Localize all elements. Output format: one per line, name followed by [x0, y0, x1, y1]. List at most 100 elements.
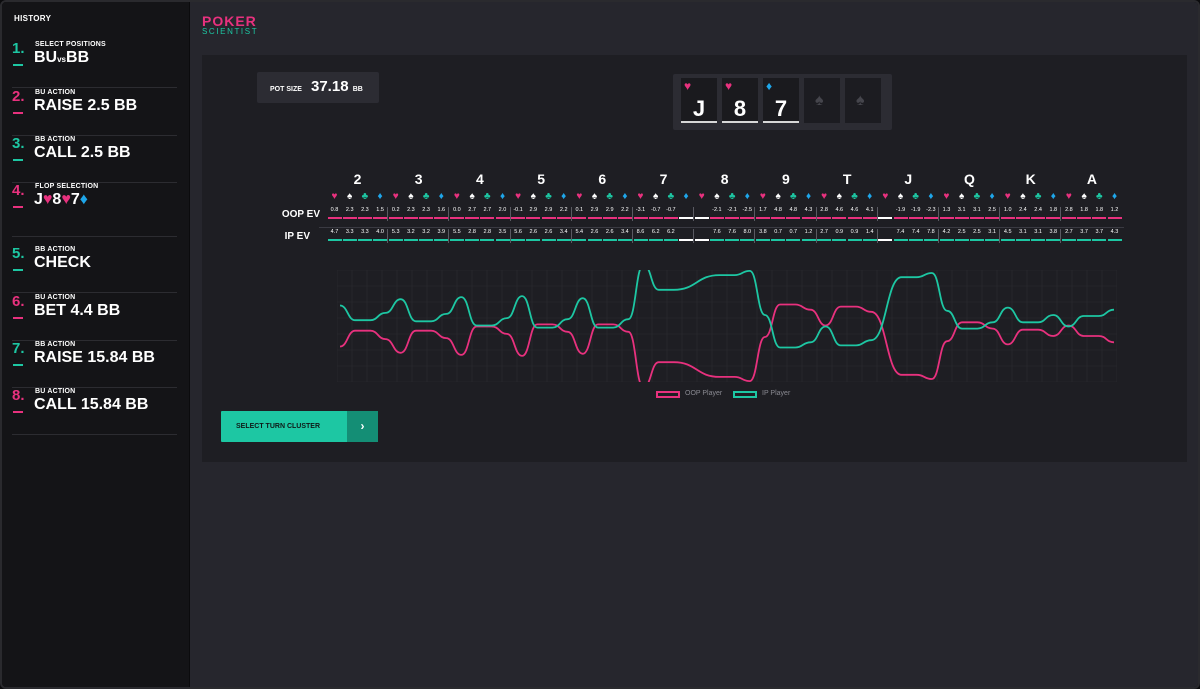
history-step[interactable]: 7. BB ACTION RAISE 15.84 BB	[12, 340, 177, 388]
club-icon[interactable]: ♣	[419, 191, 434, 202]
history-step[interactable]: 6. BU ACTION BET 4.4 BB	[12, 293, 177, 341]
heart-icon[interactable]: ♥	[694, 191, 709, 202]
club-icon[interactable]: ♣	[1031, 191, 1046, 202]
group-separator	[509, 229, 511, 243]
spade-icon[interactable]: ♠	[403, 191, 418, 202]
oop-ev-bar	[572, 217, 587, 219]
step-label: SELECT POSITIONS	[35, 41, 106, 48]
club-icon[interactable]: ♣	[541, 191, 556, 202]
chevron-right-icon[interactable]: ›	[347, 411, 378, 442]
heart-icon[interactable]: ♥	[1061, 191, 1076, 202]
diamond-icon[interactable]: ♦	[862, 191, 877, 202]
heart-icon[interactable]: ♥	[1000, 191, 1015, 202]
diamond-icon[interactable]: ♦	[373, 191, 388, 202]
history-step[interactable]: 2. BU ACTION RAISE 2.5 BB	[12, 88, 177, 136]
diamond-icon[interactable]: ♦	[679, 191, 694, 202]
diamond-icon[interactable]: ♦	[985, 191, 1000, 202]
board-card[interactable]: ♥ 8	[722, 78, 758, 123]
club-icon[interactable]: ♣	[480, 191, 495, 202]
spade-icon[interactable]: ♠	[342, 191, 357, 202]
club-icon[interactable]: ♣	[725, 191, 740, 202]
main-area: POKER SCIENTIST POT SIZE 37.18 BB ♥ J ♥ 8 ♦ 7…	[190, 2, 1198, 687]
history-sidebar: HISTORY 1. SELECT POSITIONS BUvsBB 2. BU ACT…	[2, 2, 189, 687]
club-icon[interactable]: ♣	[786, 191, 801, 202]
ip-ev-value: 5.6	[514, 229, 522, 235]
heart-icon[interactable]: ♥	[572, 191, 587, 202]
spade-icon[interactable]: ♠	[587, 191, 602, 202]
club-icon[interactable]: ♣	[969, 191, 984, 202]
heart-icon[interactable]: ♥	[939, 191, 954, 202]
heart-icon[interactable]: ♥	[633, 191, 648, 202]
group-separator	[754, 229, 756, 243]
club-icon[interactable]: ♣	[663, 191, 678, 202]
oop-ev-bar	[633, 217, 648, 219]
spade-icon[interactable]: ♠	[832, 191, 847, 202]
oop-ev-value: 4.8	[789, 207, 798, 213]
spade-icon[interactable]: ♠	[771, 191, 786, 202]
history-step[interactable]: 1. SELECT POSITIONS BUvsBB	[12, 40, 177, 88]
oop-ev-value: 0.8	[330, 207, 339, 213]
spade-icon[interactable]: ♠	[648, 191, 663, 202]
ip-ev-bar	[1031, 239, 1046, 241]
step-label: BU ACTION	[35, 89, 76, 96]
poker-scientist-logo[interactable]: POKER SCIENTIST	[202, 14, 258, 36]
empty-card-slot: ♠	[804, 78, 840, 123]
oop-ev-bar	[1000, 217, 1015, 219]
step-label: BU ACTION	[35, 294, 76, 301]
spade-icon[interactable]: ♠	[526, 191, 541, 202]
heart-icon[interactable]: ♥	[817, 191, 832, 202]
ip-ev-value: 3.8	[1049, 229, 1058, 235]
group-separator	[693, 229, 695, 243]
oop-ev-value: 4.1	[865, 207, 874, 213]
diamond-icon[interactable]: ♦	[556, 191, 571, 202]
club-icon[interactable]: ♣	[908, 191, 923, 202]
ip-ev-bar	[847, 239, 862, 241]
ip-legend-label: IP Player	[762, 390, 791, 397]
club-icon[interactable]: ♣	[847, 191, 862, 202]
oop-ev-value: 2.3	[407, 207, 415, 213]
spade-icon[interactable]: ♠	[954, 191, 969, 202]
heart-icon[interactable]: ♥	[388, 191, 403, 202]
diamond-icon[interactable]: ♦	[740, 191, 755, 202]
diamond-icon[interactable]: ♦	[801, 191, 816, 202]
diamond-icon[interactable]: ♦	[617, 191, 632, 202]
ip-ev-value: 4.2	[942, 229, 951, 235]
diamond-icon[interactable]: ♦	[495, 191, 510, 202]
heart-icon[interactable]: ♥	[327, 191, 342, 202]
history-step[interactable]: 3. BB ACTION CALL 2.5 BB	[12, 135, 177, 183]
history-step[interactable]: 8. BU ACTION CALL 15.84 BB	[12, 387, 177, 435]
card-rank: 8	[733, 96, 747, 121]
step-value: CHECK	[34, 254, 91, 271]
history-step[interactable]: 4. FLOP SELECTION J♥8♥7♦	[12, 182, 177, 237]
diamond-icon[interactable]: ♦	[923, 191, 938, 202]
spade-icon[interactable]: ♠	[893, 191, 908, 202]
diamond-icon[interactable]: ♦	[1107, 191, 1122, 202]
club-icon[interactable]: ♣	[602, 191, 617, 202]
board-card[interactable]: ♥ J	[681, 78, 717, 123]
diamond-icon[interactable]: ♦	[1046, 191, 1061, 202]
ip-ev-bar	[663, 239, 679, 241]
spade-icon[interactable]: ♠	[709, 191, 724, 202]
spade-icon[interactable]: ♠	[1015, 191, 1030, 202]
ip-ev-bar	[388, 239, 403, 241]
spade-icon[interactable]: ♠	[1077, 191, 1092, 202]
step-number: 3.	[12, 135, 25, 152]
oop-ev-value: 1.6	[437, 207, 446, 213]
heart-icon[interactable]: ♥	[878, 191, 893, 202]
club-icon[interactable]: ♣	[1092, 191, 1107, 202]
oop-ev-value: 4.6	[835, 207, 844, 213]
pot-value: 37.18	[311, 78, 349, 95]
spade-icon[interactable]: ♠	[465, 191, 480, 202]
oop-ev-bar	[587, 217, 602, 219]
ip-ev-value: 0.7	[774, 229, 782, 235]
history-step[interactable]: 5. BB ACTION CHECK	[12, 245, 177, 293]
heart-icon[interactable]: ♥	[511, 191, 526, 202]
ip-ev-bar	[817, 239, 832, 241]
diamond-icon[interactable]: ♦	[434, 191, 449, 202]
club-icon[interactable]: ♣	[357, 191, 372, 202]
select-turn-cluster-button[interactable]: SELECT TURN CLUSTER ›	[221, 411, 378, 442]
oop-ev-value: 2.4	[1034, 207, 1042, 213]
heart-icon[interactable]: ♥	[449, 191, 464, 202]
heart-icon[interactable]: ♥	[755, 191, 770, 202]
board-card[interactable]: ♦ 7	[763, 78, 799, 123]
